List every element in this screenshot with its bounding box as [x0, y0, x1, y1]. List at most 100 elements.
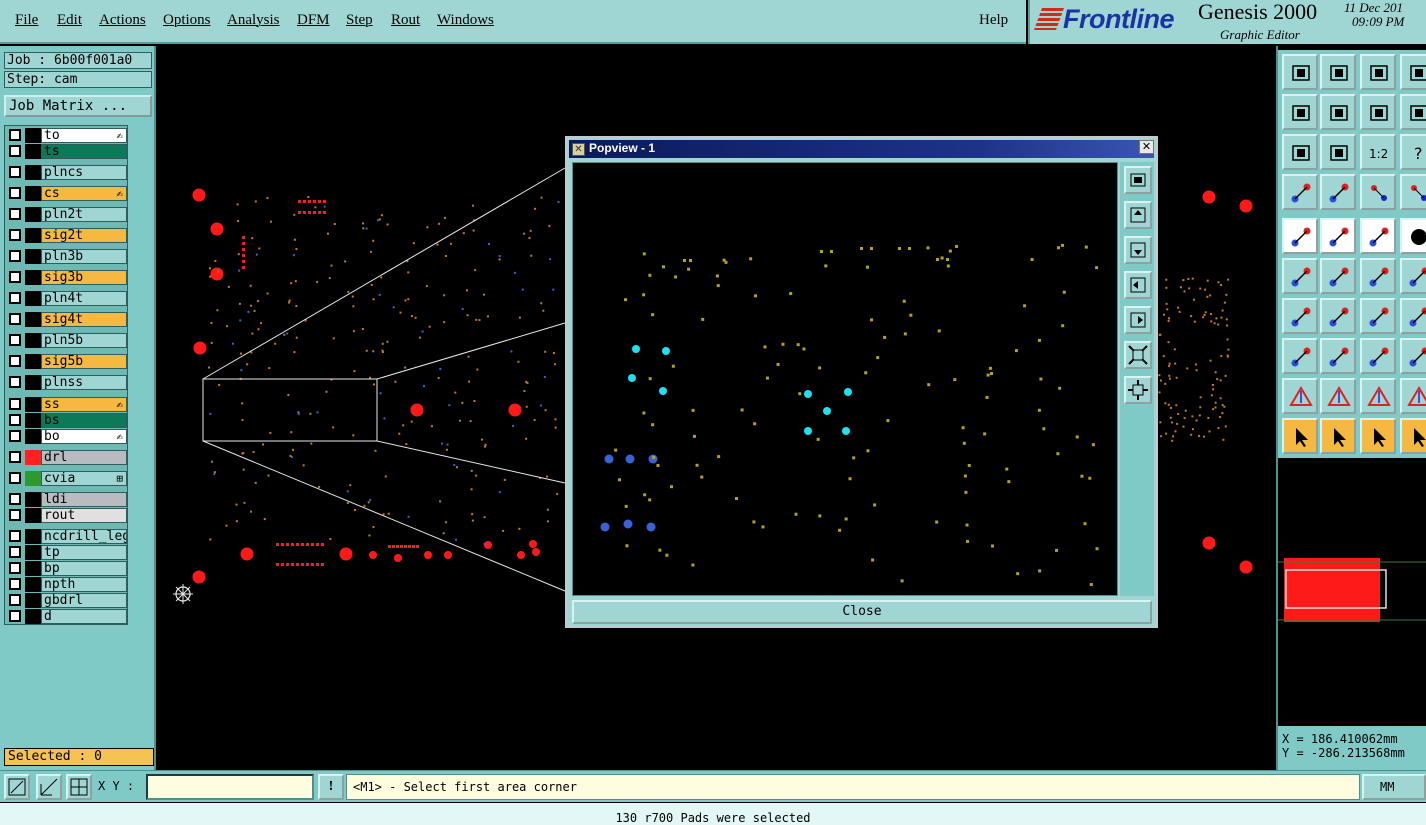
- measure-button[interactable]: [36, 774, 62, 800]
- layer-row-tp[interactable]: tp: [7, 545, 127, 560]
- ruler-button[interactable]: [1360, 218, 1396, 254]
- layer-row-plnss[interactable]: plnss: [7, 375, 127, 390]
- popview-pan-right-button[interactable]: [1124, 306, 1152, 334]
- layer-row-sig4t[interactable]: sig4t: [7, 312, 127, 327]
- layer-row-sig3b[interactable]: sig3b: [7, 270, 127, 285]
- layer-checkbox[interactable]: [9, 208, 21, 220]
- layer-name[interactable]: bs: [41, 413, 127, 428]
- dimension-tool-button[interactable]: [1360, 338, 1396, 374]
- popview-pan-down-button[interactable]: [1124, 236, 1152, 264]
- layer-color-swatch[interactable]: [25, 270, 41, 285]
- layer-color-swatch[interactable]: [25, 450, 41, 465]
- zoom-fit-wide-button[interactable]: [1400, 54, 1426, 90]
- select-multi-button[interactable]: [1400, 418, 1426, 454]
- layer-name[interactable]: sig5b: [41, 354, 127, 369]
- grid-view-button[interactable]: [1320, 174, 1356, 210]
- layer-row-ts[interactable]: ts: [7, 144, 127, 159]
- menu-step[interactable]: Step: [346, 12, 373, 29]
- layer-name[interactable]: ts: [41, 144, 127, 159]
- arc-tool-button[interactable]: [1400, 378, 1426, 414]
- zoom-house-button[interactable]: [1360, 54, 1396, 90]
- layer-color-swatch[interactable]: [25, 291, 41, 306]
- line-red-blue-button[interactable]: [1320, 338, 1356, 374]
- layer-checkbox[interactable]: [9, 355, 21, 367]
- layer-row-sig2t[interactable]: sig2t: [7, 228, 127, 243]
- info-icon[interactable]: !: [318, 774, 344, 800]
- zoom-page-button[interactable]: [1320, 54, 1356, 90]
- layer-name[interactable]: plnss: [41, 375, 127, 390]
- layer-row-to[interactable]: to ✍: [7, 128, 127, 143]
- delete-node-button[interactable]: [1320, 258, 1356, 294]
- layer-row-ss[interactable]: ss ✍: [7, 397, 127, 412]
- layer-checkbox[interactable]: [9, 313, 21, 325]
- layer-checkbox[interactable]: [9, 229, 21, 241]
- layer-row-bp[interactable]: bp: [7, 561, 127, 576]
- layer-row-bo[interactable]: bo ✍: [7, 429, 127, 444]
- layer-name[interactable]: pln5b: [41, 333, 127, 348]
- net-view-button[interactable]: [1400, 174, 1426, 210]
- layer-row-drl[interactable]: drl: [7, 450, 127, 465]
- layer-name[interactable]: pln2t: [41, 207, 127, 222]
- layer-name[interactable]: sig4t: [41, 312, 127, 327]
- popview-close-icon[interactable]: ✕: [1139, 140, 1154, 154]
- layer-color-swatch[interactable]: [25, 593, 41, 608]
- select-rect-button[interactable]: [1320, 418, 1356, 454]
- layer-row-cs[interactable]: cs ✍: [7, 186, 127, 201]
- layer-checkbox[interactable]: [9, 129, 21, 141]
- layer-name[interactable]: ncdrill_lege: [41, 529, 127, 544]
- layer-row-npth[interactable]: npth: [7, 577, 127, 592]
- layer-name[interactable]: ldi: [41, 492, 127, 507]
- layer-checkbox[interactable]: [9, 166, 21, 178]
- layer-checkbox[interactable]: [9, 376, 21, 388]
- popview-pan-up-button[interactable]: [1124, 201, 1152, 229]
- snap-diagonal-button[interactable]: [4, 774, 30, 800]
- layer-row-ncdrill_lege[interactable]: ncdrill_lege: [7, 529, 127, 544]
- layer-checkbox[interactable]: [9, 250, 21, 262]
- layer-name[interactable]: pln3b: [41, 249, 127, 264]
- layer-checkbox[interactable]: [9, 334, 21, 346]
- traffic-light-button[interactable]: [1360, 174, 1396, 210]
- menu-dfm[interactable]: DFM: [297, 12, 330, 29]
- menu-file[interactable]: File: [15, 12, 38, 29]
- layer-row-pln2t[interactable]: pln2t: [7, 207, 127, 222]
- split-tool-button[interactable]: [1400, 298, 1426, 334]
- menu-actions[interactable]: Actions: [99, 12, 146, 29]
- layer-checkbox[interactable]: [9, 187, 21, 199]
- job-matrix-button[interactable]: Job Matrix ...: [4, 95, 152, 117]
- zoom-in-button[interactable]: [1282, 134, 1318, 170]
- layer-name[interactable]: pln4t: [41, 291, 127, 306]
- layer-color-swatch[interactable]: [25, 165, 41, 180]
- grid-button[interactable]: [66, 774, 92, 800]
- layer-color-swatch[interactable]: [25, 545, 41, 560]
- popview-canvas[interactable]: [572, 162, 1118, 596]
- layer-name[interactable]: plncs: [41, 165, 127, 180]
- snap-blue-button[interactable]: [1400, 338, 1426, 374]
- layer-name[interactable]: tp: [41, 545, 127, 560]
- layer-checkbox[interactable]: [9, 594, 21, 606]
- scale-1-2-button[interactable]: 1:2: [1360, 134, 1396, 170]
- layer-color-swatch[interactable]: [25, 128, 41, 143]
- layer-checkbox[interactable]: [9, 271, 21, 283]
- layer-row-sig5b[interactable]: sig5b: [7, 354, 127, 369]
- layer-color-swatch[interactable]: [25, 354, 41, 369]
- layer-name[interactable]: to ✍: [41, 128, 127, 143]
- menu-windows[interactable]: Windows: [437, 12, 494, 29]
- layer-checkbox[interactable]: [9, 472, 21, 484]
- layer-checkbox[interactable]: [9, 530, 21, 542]
- layer-color-swatch[interactable]: [25, 228, 41, 243]
- layer-name[interactable]: drl: [41, 450, 127, 465]
- layer-checkbox[interactable]: [9, 562, 21, 574]
- layer-name[interactable]: sig2t: [41, 228, 127, 243]
- layer-checkbox[interactable]: [9, 398, 21, 410]
- layer-name[interactable]: cs ✍: [41, 186, 127, 201]
- popview-pan-left-button[interactable]: [1124, 271, 1152, 299]
- layer-name[interactable]: gbdrl: [41, 593, 127, 608]
- layer-row-gbdrl[interactable]: gbdrl: [7, 593, 127, 608]
- layer-checkbox[interactable]: [9, 430, 21, 442]
- xy-coordinate-input[interactable]: [146, 774, 314, 800]
- slash-tool-button[interactable]: [1320, 298, 1356, 334]
- help-button[interactable]: ?: [1400, 134, 1426, 170]
- layer-color-swatch[interactable]: [25, 577, 41, 592]
- layer-color-swatch[interactable]: [25, 413, 41, 428]
- layer-name[interactable]: bo ✍: [41, 429, 127, 444]
